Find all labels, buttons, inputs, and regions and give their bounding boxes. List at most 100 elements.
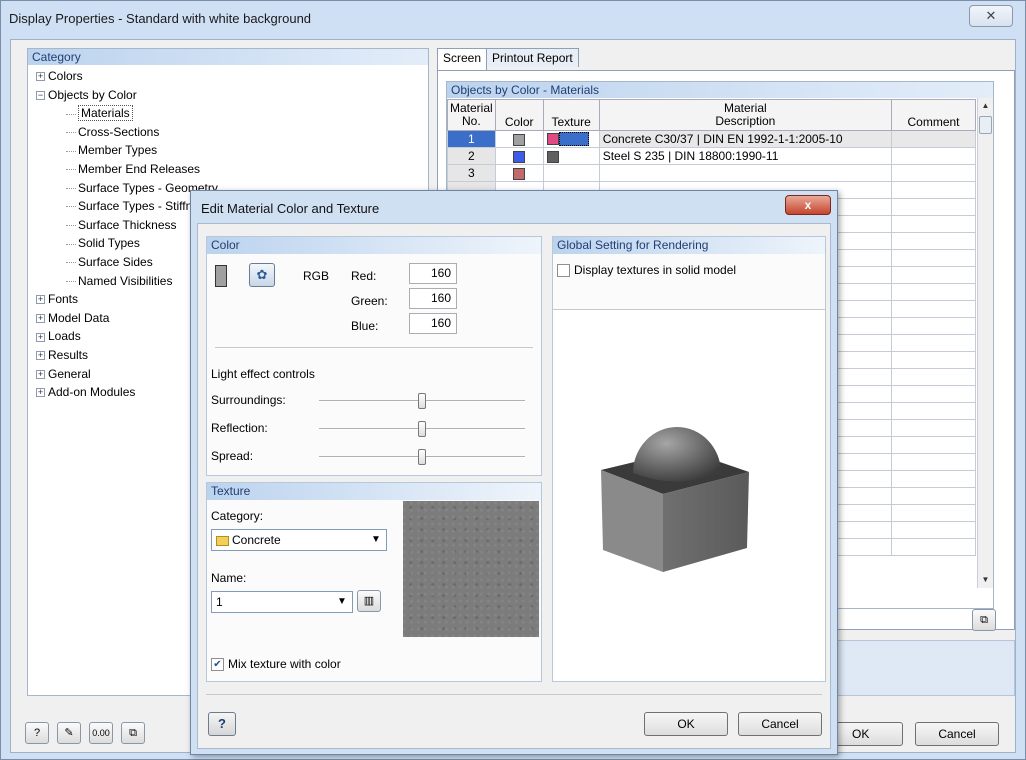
collapse-icon[interactable]: − <box>36 90 45 100</box>
empty-cell[interactable] <box>891 266 976 284</box>
expand-icon[interactable]: + <box>36 388 45 398</box>
row-comment[interactable] <box>891 164 976 182</box>
tree-item[interactable]: Cross-Sections <box>28 123 428 142</box>
empty-cell[interactable] <box>891 300 976 318</box>
chevron-down-icon[interactable]: ▼ <box>334 594 350 610</box>
display-textures-row[interactable]: Display textures in solid model <box>557 263 737 278</box>
dialog-cancel-button[interactable]: Cancel <box>738 712 822 736</box>
category-header: Category <box>28 49 428 65</box>
row-color-cell[interactable] <box>494 130 544 148</box>
grid-scrollbar[interactable]: ▲ ▼ <box>977 98 993 588</box>
row-number[interactable]: 2 <box>447 147 496 165</box>
dialog-ok-button[interactable]: OK <box>644 712 728 736</box>
expand-icon[interactable]: + <box>36 314 45 324</box>
tree-item[interactable]: − Objects by Color <box>28 86 428 105</box>
tree-item[interactable]: Materials <box>28 104 428 123</box>
empty-cell[interactable] <box>891 453 976 471</box>
tree-connector <box>66 243 76 245</box>
empty-cell[interactable] <box>891 419 976 437</box>
row-color-cell[interactable] <box>494 164 544 182</box>
rgb-label: RGB <box>303 269 330 283</box>
texture-category-select[interactable]: Concrete ▼ <box>211 529 387 551</box>
expand-icon[interactable]: + <box>36 72 45 82</box>
edit-button[interactable]: ✎ <box>57 722 81 744</box>
tree-connector <box>66 262 76 264</box>
spread-slider-thumb[interactable] <box>418 449 426 465</box>
tree-item[interactable]: Member End Releases <box>28 160 428 179</box>
tree-connector <box>66 169 76 171</box>
row-number[interactable]: 1 <box>447 130 496 148</box>
chevron-down-icon[interactable]: ▼ <box>368 532 384 548</box>
tab-printout-report[interactable]: Printout Report <box>486 48 579 67</box>
row-texture-cell[interactable] <box>542 164 600 182</box>
help-button[interactable]: ? <box>25 722 49 744</box>
row-texture-cell[interactable] <box>542 147 600 165</box>
tree-item-label: Objects by Color <box>48 87 137 102</box>
scroll-down-icon[interactable]: ▼ <box>978 572 993 588</box>
tree-item[interactable]: + Colors <box>28 67 428 86</box>
window-close-button[interactable]: ✕ <box>969 5 1013 27</box>
empty-cell[interactable] <box>891 351 976 369</box>
row-comment[interactable] <box>891 147 976 165</box>
empty-cell[interactable] <box>891 283 976 301</box>
empty-cell[interactable] <box>891 402 976 420</box>
row-number[interactable]: 3 <box>447 164 496 182</box>
texture-library-button[interactable]: ▥ <box>357 590 381 612</box>
empty-cell[interactable] <box>891 538 976 556</box>
green-input[interactable]: 160 <box>409 288 457 309</box>
empty-cell[interactable] <box>891 521 976 539</box>
col-comment: Comment <box>891 99 976 131</box>
empty-cell[interactable] <box>891 436 976 454</box>
row-comment[interactable] <box>891 130 976 148</box>
reflection-slider-thumb[interactable] <box>418 421 426 437</box>
color-group: Color ✿ RGB Red: 160 Green: 160 Blue: 16… <box>206 236 542 476</box>
display-textures-checkbox[interactable] <box>557 264 570 278</box>
empty-cell[interactable] <box>891 385 976 403</box>
row-color-cell[interactable] <box>494 147 544 165</box>
row-description[interactable] <box>598 164 893 182</box>
mix-texture-checkbox[interactable]: ✔ <box>211 658 224 672</box>
color-swatch <box>513 150 526 163</box>
tree-connector <box>66 113 76 115</box>
color-picker-button[interactable]: ✿ <box>249 263 275 287</box>
units-button[interactable]: 0.00 <box>89 722 113 744</box>
scroll-up-icon[interactable]: ▲ <box>978 98 993 114</box>
empty-cell[interactable] <box>891 232 976 250</box>
export-button[interactable]: ⧉ <box>121 722 145 744</box>
main-cancel-button[interactable]: Cancel <box>915 722 999 746</box>
expand-icon[interactable]: + <box>36 332 45 342</box>
blue-input[interactable]: 160 <box>409 313 457 334</box>
dialog-help-button[interactable]: ? <box>208 712 236 736</box>
empty-cell[interactable] <box>891 181 976 199</box>
empty-cell[interactable] <box>891 470 976 488</box>
tab-screen[interactable]: Screen <box>437 48 488 70</box>
red-input[interactable]: 160 <box>409 263 457 284</box>
expand-icon[interactable]: + <box>36 351 45 361</box>
tree-connector <box>66 187 76 189</box>
texture-name-select[interactable]: 1 ▼ <box>211 591 353 613</box>
empty-cell[interactable] <box>891 334 976 352</box>
empty-cell[interactable] <box>891 249 976 267</box>
empty-cell[interactable] <box>891 504 976 522</box>
table-row[interactable]: 3 <box>447 164 976 182</box>
empty-cell[interactable] <box>891 317 976 335</box>
surroundings-slider-thumb[interactable] <box>418 393 426 409</box>
row-description[interactable]: Concrete C30/37 | DIN EN 1992-1-1:2005-1… <box>598 130 893 148</box>
reflection-label: Reflection: <box>211 421 268 435</box>
row-texture-cell[interactable] <box>542 130 600 148</box>
expand-icon[interactable]: + <box>36 369 45 379</box>
empty-cell[interactable] <box>891 215 976 233</box>
empty-cell[interactable] <box>891 487 976 505</box>
dialog-close-button[interactable]: x <box>785 195 831 215</box>
row-description[interactable]: Steel S 235 | DIN 18800:1990-11 <box>598 147 893 165</box>
mix-texture-row[interactable]: ✔ Mix texture with color <box>211 657 341 672</box>
table-row[interactable]: 1 Concrete C30/37 | DIN EN 1992-1-1:2005-… <box>447 130 976 148</box>
empty-cell[interactable] <box>891 368 976 386</box>
empty-cell[interactable] <box>891 198 976 216</box>
grid-export-button[interactable]: ⧉ <box>972 609 996 631</box>
tree-item[interactable]: Member Types <box>28 141 428 160</box>
scroll-thumb[interactable] <box>979 116 992 134</box>
table-row[interactable]: 2 Steel S 235 | DIN 18800:1990-11 <box>447 147 976 165</box>
expand-icon[interactable]: + <box>36 295 45 305</box>
display-textures-label: Display textures in solid model <box>574 263 737 277</box>
